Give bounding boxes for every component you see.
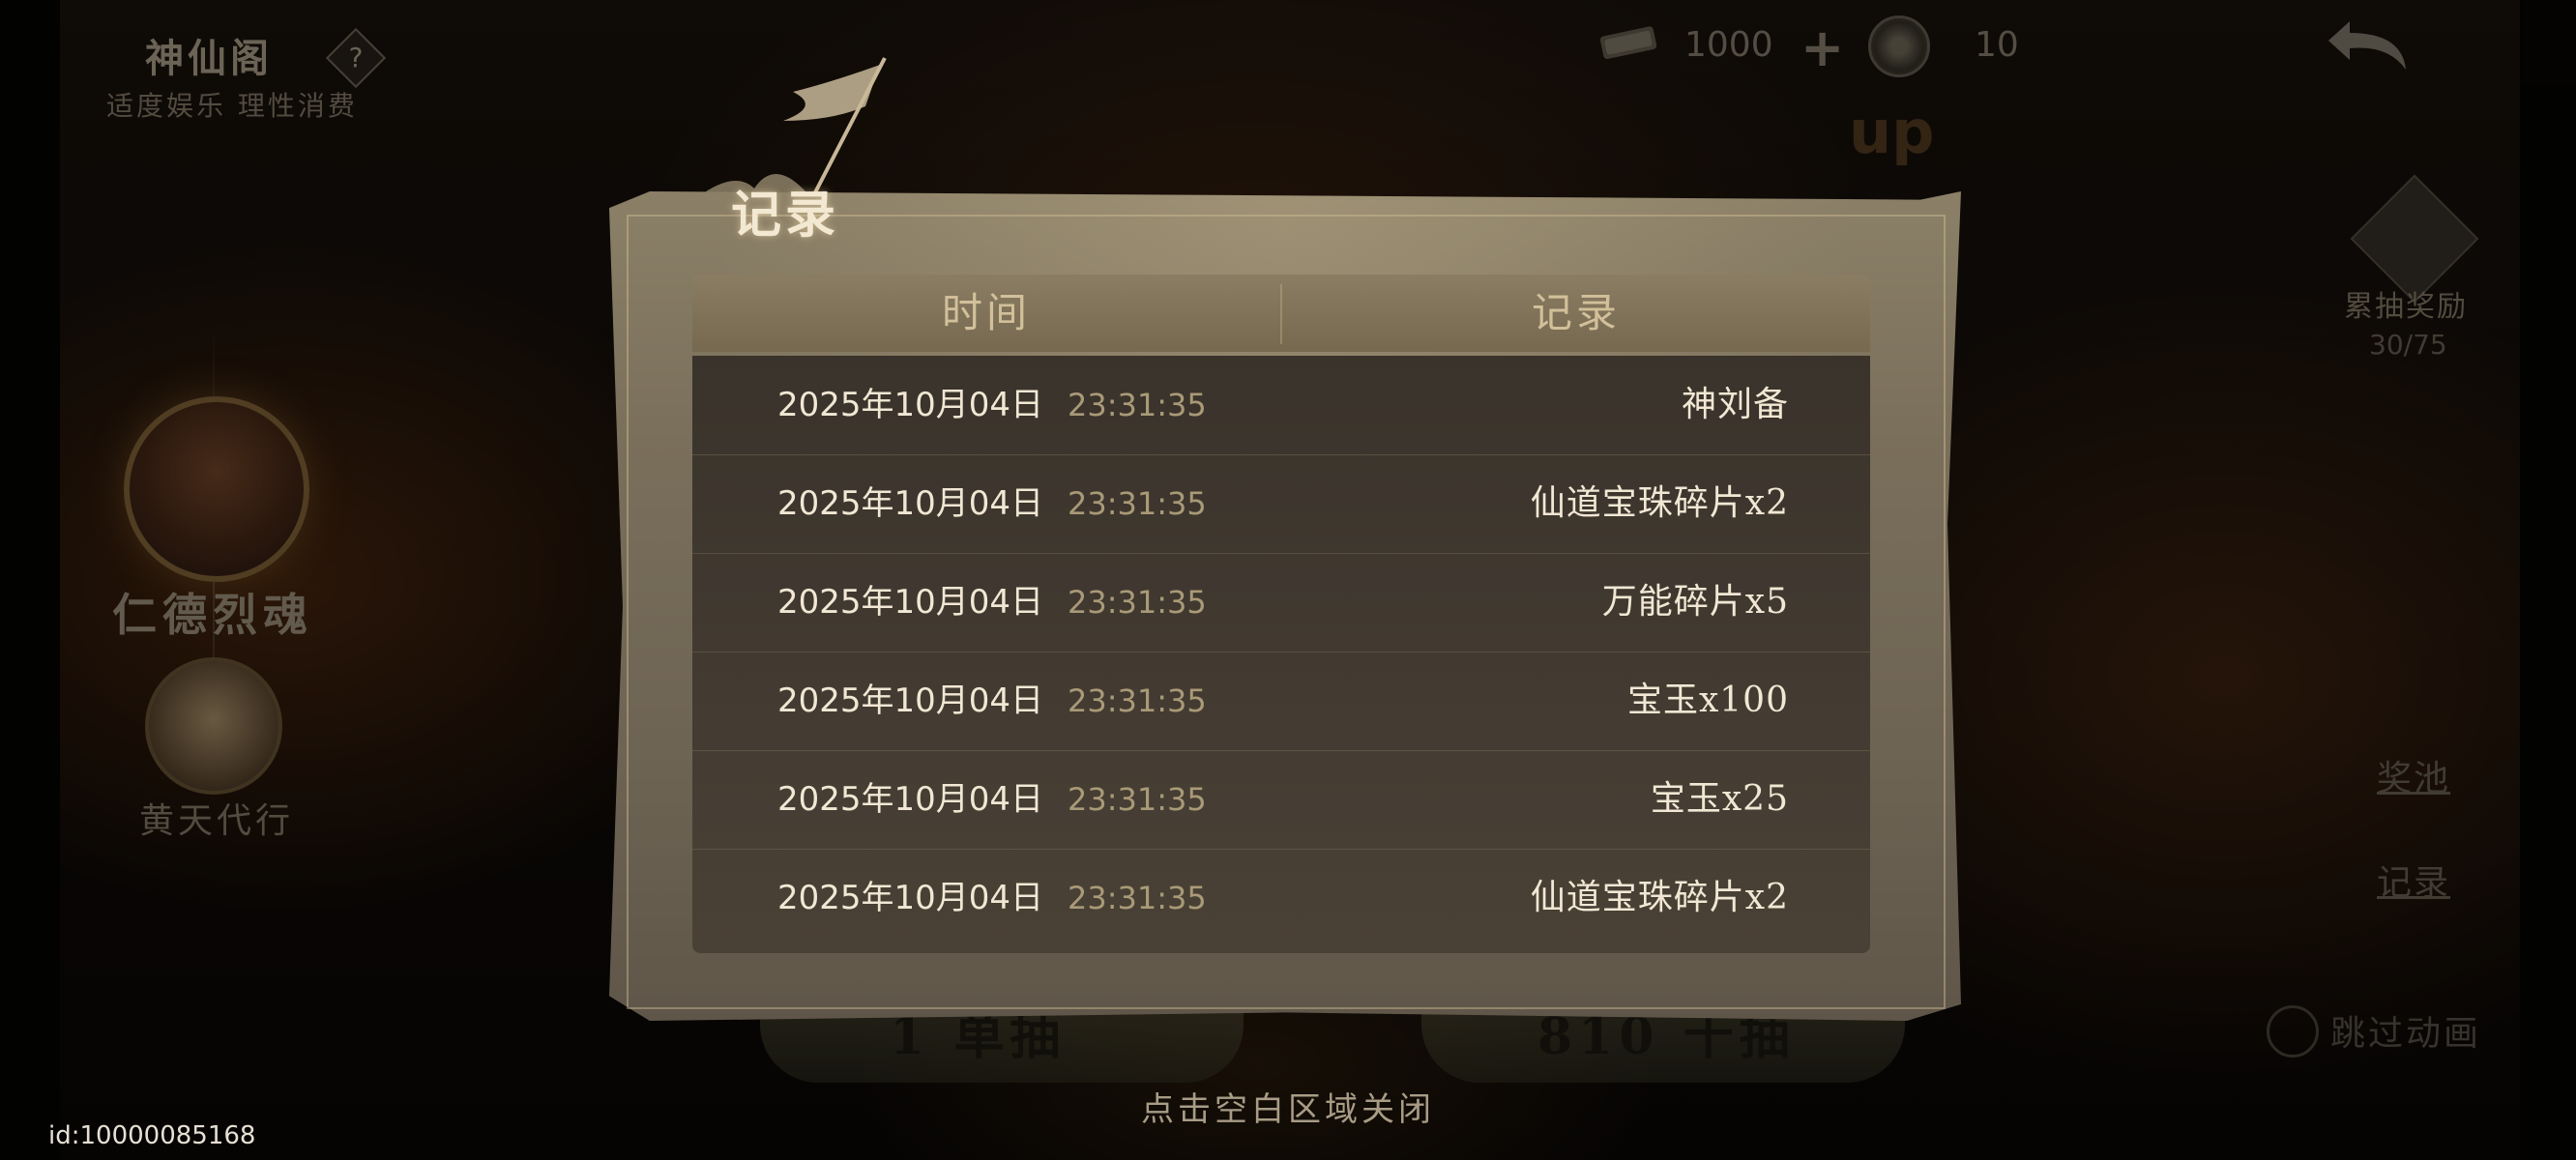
column-header-time: 时间: [941, 289, 1031, 336]
column-header-record: 记录: [1531, 289, 1621, 336]
table-body[interactable]: 2025年10月04日 23:31:35 神刘备 2025年10月04日 23:…: [692, 356, 1870, 953]
row-record: 宝玉x100: [1626, 681, 1789, 720]
row-date: 2025年10月04日: [777, 386, 1044, 424]
record-table: 时间 记录 2025年10月04日 23:31:35 神刘备 2025年10月0…: [692, 275, 1870, 953]
modal-title: 记录: [731, 186, 840, 245]
row-record: 宝玉x25: [1650, 779, 1789, 819]
row-record: 仙道宝珠碎片x2: [1530, 878, 1789, 917]
user-id: id:10000085168: [48, 1121, 256, 1150]
row-time: 23:31:35: [1068, 584, 1207, 621]
row-date: 2025年10月04日: [777, 780, 1044, 819]
row-date: 2025年10月04日: [777, 484, 1044, 523]
row-record: 神刘备: [1681, 385, 1789, 424]
row-date: 2025年10月04日: [777, 879, 1044, 917]
row-time: 23:31:35: [1068, 682, 1207, 719]
row-time: 23:31:35: [1068, 485, 1207, 522]
table-row: 2025年10月04日 23:31:35 宝玉x25: [692, 750, 1870, 850]
table-row: 2025年10月04日 23:31:35 万能碎片x5: [692, 553, 1870, 652]
row-date: 2025年10月04日: [777, 682, 1044, 720]
row-date: 2025年10月04日: [777, 583, 1044, 622]
row-time: 23:31:35: [1068, 387, 1207, 423]
close-hint: 点击空白区域关闭: [1141, 1090, 1435, 1129]
row-time: 23:31:35: [1068, 781, 1207, 818]
table-row: 2025年10月04日 23:31:35 神刘备: [692, 356, 1870, 455]
row-record: 仙道宝珠碎片x2: [1530, 483, 1789, 523]
table-header: 时间 记录: [692, 275, 1870, 352]
table-row: 2025年10月04日 23:31:35 宝玉x100: [692, 652, 1870, 751]
table-row: 2025年10月04日 23:31:35 仙道宝珠碎片x2: [692, 454, 1870, 554]
table-row: 2025年10月04日 23:31:35 仙道宝珠碎片x2: [692, 849, 1870, 947]
row-time: 23:31:35: [1068, 880, 1207, 916]
row-record: 万能碎片x5: [1601, 582, 1789, 622]
